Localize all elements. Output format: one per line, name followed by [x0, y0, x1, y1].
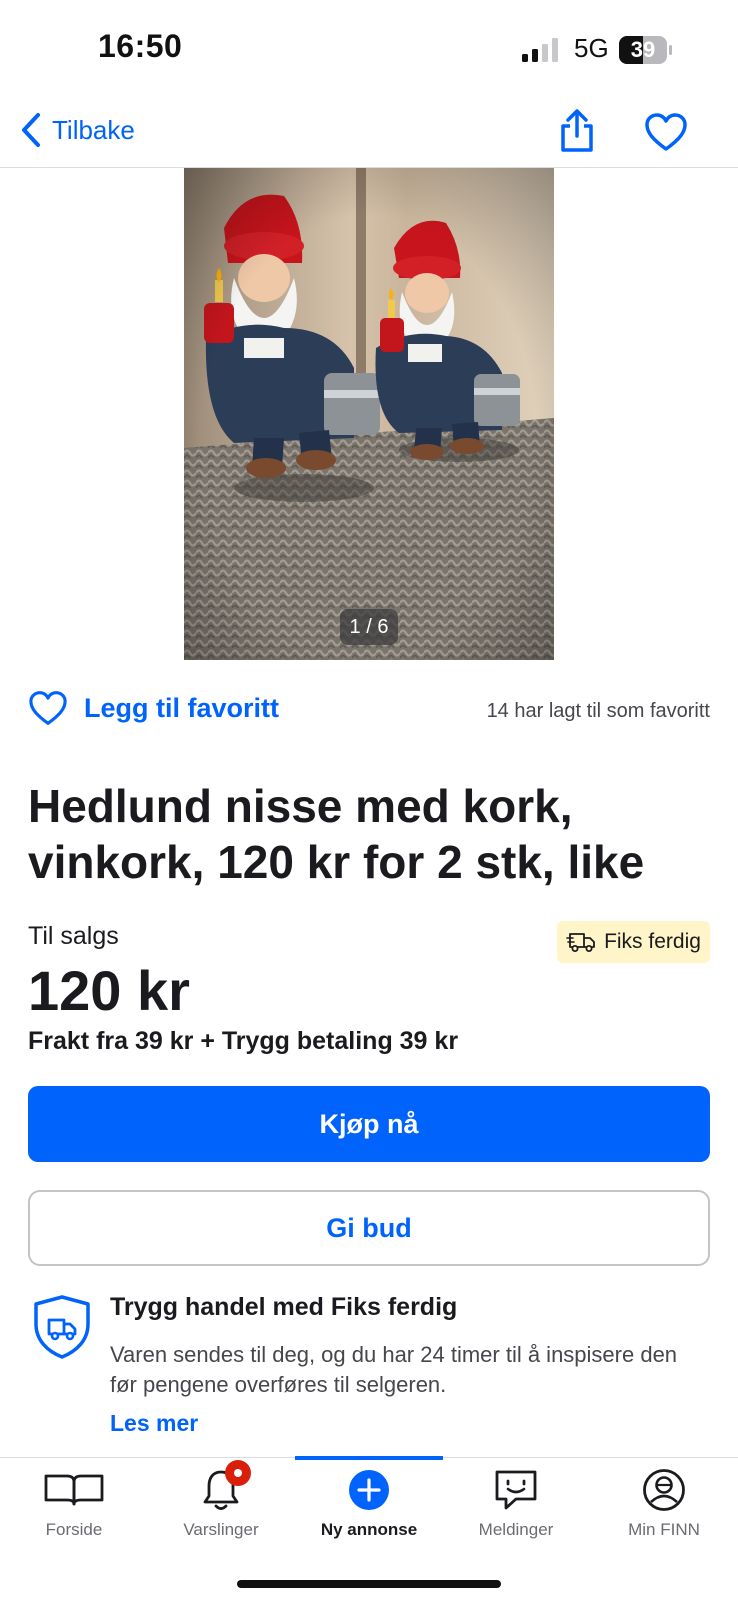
plus-circle-icon: [337, 1466, 401, 1514]
buy-now-button[interactable]: Kjøp nå: [28, 1086, 710, 1162]
safe-trade-title: Trygg handel med Fiks ferdig: [110, 1293, 458, 1321]
shield-truck-icon: [34, 1295, 90, 1359]
sale-type-label: Til salgs: [28, 922, 119, 950]
tab-varslinger[interactable]: Varslinger: [147, 1460, 295, 1546]
read-more-link[interactable]: Les mer: [110, 1410, 198, 1437]
tab-label: Min FINN: [628, 1520, 700, 1539]
truck-icon: [566, 933, 595, 952]
signal-icon: [522, 38, 558, 62]
tab-forside[interactable]: Forside: [0, 1466, 148, 1546]
profile-icon: [632, 1466, 696, 1514]
notification-badge: [225, 1460, 251, 1486]
tab-meldinger[interactable]: Meldinger: [442, 1466, 590, 1546]
back-button[interactable]: Tilbake: [20, 110, 135, 150]
safe-trade-description: Varen sendes til deg, og du har 24 timer…: [110, 1342, 678, 1397]
add-favorite-label: Legg til favoritt: [84, 692, 279, 723]
photo-counter: 1 / 6: [340, 609, 398, 645]
tab-label: Forside: [45, 1520, 103, 1539]
status-time: 16:50: [98, 28, 183, 64]
battery-level: 39: [630, 37, 656, 62]
add-favorite-button[interactable]: Legg til favoritt: [28, 690, 279, 726]
chat-icon: [484, 1466, 548, 1514]
tab-min-finn[interactable]: Min FINN: [590, 1466, 738, 1546]
book-icon: [42, 1466, 106, 1514]
tab-label: Varslinger: [183, 1520, 259, 1539]
tab-label: Meldinger: [478, 1520, 554, 1539]
share-icon[interactable]: [558, 108, 596, 154]
active-tab-indicator: [295, 1456, 443, 1460]
shipping-info: Frakt fra 39 kr + Trygg betaling 39 kr: [28, 1027, 459, 1055]
tab-label: Ny annonse: [320, 1520, 418, 1539]
chevron-left-icon: [22, 113, 40, 147]
home-indicator: [237, 1580, 501, 1588]
battery-icon: 39: [619, 36, 673, 64]
tab-ny-annonse[interactable]: Ny annonse: [295, 1466, 443, 1546]
favorite-heart-icon[interactable]: [644, 112, 688, 152]
favorite-count: 14 har lagt til som favoritt: [486, 700, 710, 722]
heart-icon: [29, 691, 67, 725]
listing-title: Hedlund nisse med kork, vinkork, 120 kr …: [28, 780, 645, 888]
price: 120 kr: [28, 959, 190, 1022]
place-bid-button[interactable]: Gi bud: [28, 1190, 710, 1266]
bell-icon: [189, 1460, 253, 1514]
badge-label: Fiks ferdig: [604, 930, 701, 953]
network-type: 5G: [574, 33, 609, 63]
fiks-ferdig-badge: Fiks ferdig: [557, 921, 710, 963]
back-label: Tilbake: [52, 114, 135, 145]
product-photo[interactable]: [184, 168, 554, 660]
